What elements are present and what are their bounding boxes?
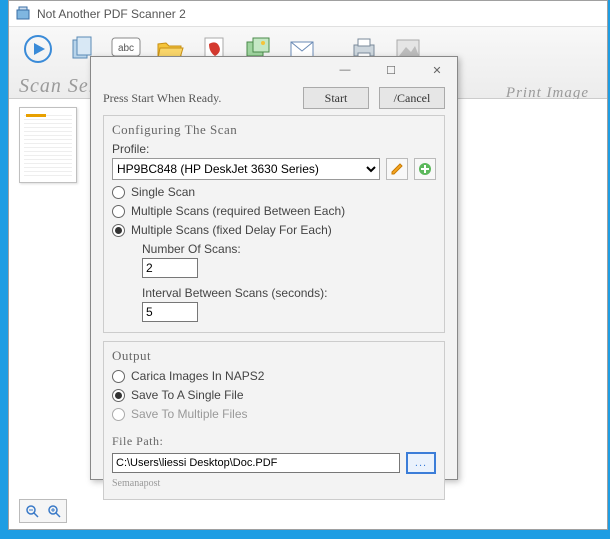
single-scan-radio[interactable]: Single Scan — [112, 185, 436, 199]
serial-scan-dialog: — ☐ ✕ Press Start When Ready. Start /Can… — [90, 56, 458, 480]
save-single-radio[interactable]: Save To A Single File — [112, 388, 436, 402]
multi-required-label: Multiple Scans (required Between Each) — [131, 204, 345, 218]
num-scans-input[interactable] — [142, 258, 198, 278]
interval-input[interactable] — [142, 302, 198, 322]
save-single-label: Save To A Single File — [131, 388, 244, 402]
output-title: Output — [112, 348, 436, 364]
browse-button[interactable]: ... — [406, 452, 436, 474]
minimize-button[interactable]: — — [331, 61, 359, 79]
zoom-bar — [19, 499, 67, 523]
output-group: Output Carica Images In NAPS2 Save To A … — [103, 341, 445, 500]
cancel-button[interactable]: /Cancel — [379, 87, 445, 109]
save-multi-radio[interactable]: Save To Multiple Files — [112, 407, 436, 421]
scan-button[interactable] — [17, 31, 59, 65]
svg-text:abc: abc — [118, 43, 134, 54]
play-icon — [22, 33, 54, 65]
radio-icon — [112, 224, 125, 237]
config-group: Configuring The Scan Profile: HP9BC848 (… — [103, 115, 445, 333]
radio-icon — [112, 389, 125, 402]
page-thumbnail[interactable] — [19, 107, 77, 183]
instruction-text: Press Start When Ready. — [103, 91, 293, 106]
start-button[interactable]: Start — [303, 87, 369, 109]
app-icon — [15, 6, 31, 22]
zoom-out-button[interactable] — [22, 502, 42, 520]
multi-fixed-label: Multiple Scans (fixed Delay For Each) — [131, 223, 332, 237]
edit-profile-button[interactable] — [386, 158, 408, 180]
close-button[interactable]: ✕ — [423, 61, 451, 79]
profile-select[interactable]: HP9BC848 (HP DeskJet 3630 Series) — [112, 158, 380, 180]
dialog-titlebar: — ☐ ✕ — [91, 57, 457, 83]
carica-radio[interactable]: Carica Images In NAPS2 — [112, 369, 436, 383]
thumbnail-panel — [19, 107, 89, 183]
profile-label: Profile: — [112, 142, 436, 156]
single-scan-label: Single Scan — [131, 185, 195, 199]
multi-fixed-radio[interactable]: Multiple Scans (fixed Delay For Each) — [112, 223, 436, 237]
num-scans-label: Number Of Scans: — [142, 242, 436, 256]
radio-icon — [112, 370, 125, 383]
footnote: Semanapost — [112, 478, 436, 489]
radio-icon — [112, 408, 125, 421]
radio-icon — [112, 186, 125, 199]
radio-icon — [112, 205, 125, 218]
file-path-input[interactable] — [112, 453, 400, 473]
app-title: Not Another PDF Scanner 2 — [37, 7, 186, 21]
titlebar: Not Another PDF Scanner 2 — [9, 1, 607, 27]
zoom-in-button[interactable] — [44, 502, 64, 520]
carica-label: Carica Images In NAPS2 — [131, 369, 264, 383]
maximize-button[interactable]: ☐ — [377, 61, 405, 79]
file-path-label: File Path: — [112, 434, 163, 448]
config-title: Configuring The Scan — [112, 122, 436, 138]
multi-required-radio[interactable]: Multiple Scans (required Between Each) — [112, 204, 436, 218]
add-profile-button[interactable] — [414, 158, 436, 180]
interval-label: Interval Between Scans (seconds): — [142, 286, 436, 300]
save-multi-label: Save To Multiple Files — [131, 407, 248, 421]
